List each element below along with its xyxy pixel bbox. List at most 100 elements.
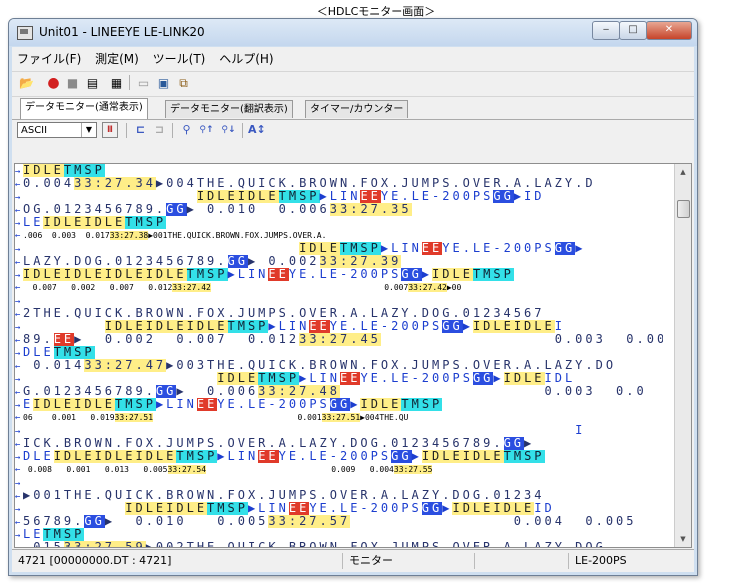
open-file-icon[interactable]: 📂 [18, 75, 35, 91]
search-prev-icon[interactable]: ⚲↑ [198, 122, 215, 138]
export-icon[interactable]: ▣ [155, 75, 172, 91]
jump-icon[interactable]: ⊏ [132, 122, 149, 138]
encoding-select[interactable]: ASCII ▼ [17, 122, 97, 138]
line-text: DLEIDLEIDLEIDLETMSP▶LINEEYE.LE-200PSGG▶I… [23, 450, 545, 463]
search-icon[interactable]: ⚲ [178, 122, 195, 138]
tab-data-monitor-normal[interactable]: データモニター(通常表示) [20, 98, 148, 119]
print-setup-icon[interactable]: ▦ [108, 75, 125, 91]
line-text: 56789.GG▶ 0.010 0.00533:27.57 0.004 0.00… [23, 515, 637, 528]
send-line: → IDLETMSP [15, 164, 663, 177]
menu-file[interactable]: ファイル(F) [12, 47, 86, 71]
send-line: → DLEIDLEIDLEIDLETMSP▶LINEEYE.LE-200PSGG▶… [15, 450, 663, 463]
line-text: 0.008 0.001 0.013 0.00533:27.54 0.009 0.… [23, 465, 433, 474]
scroll-down-icon[interactable]: ▼ [675, 531, 691, 547]
line-text: IDLETMSP▶LINEEYE.LE-200PSGG▶IDLEIDL [217, 372, 576, 385]
text-format-icon[interactable]: A↕ [248, 122, 266, 138]
receive-arrow-icon: ← [15, 362, 21, 372]
line-text: OG.0123456789.GG▶ 0.010 0.00633:27.35 [23, 203, 412, 216]
send-arrow-icon: → [15, 375, 21, 385]
menu-bar: ファイル(F) 測定(M) ツール(T) ヘルプ(H) [12, 47, 694, 72]
send-arrow-icon: → [15, 167, 21, 177]
window-title: Unit01 - LINEEYE LE-LINK20 [39, 25, 205, 39]
menu-help[interactable]: ヘルプ(H) [214, 47, 278, 71]
receive-arrow-icon: ← [15, 543, 23, 547]
receive-arrow-icon: ← [15, 180, 21, 190]
copy-icon[interactable]: ⧉ [175, 75, 192, 91]
hex-mode-icon[interactable]: Ⅱ [102, 122, 118, 138]
jump-end-icon[interactable]: ⊐ [151, 122, 168, 138]
line-text: 2THE.QUICK.BROWN.FOX.JUMPS.OVER.A.LAZY.D… [23, 307, 545, 320]
app-window: Unit01 - LINEEYE LE-LINK20 ‒ □ ✕ ファイル(F)… [8, 18, 698, 576]
menu-measure[interactable]: 測定(M) [90, 47, 144, 71]
send-line: → IDLETMSP▶LINEEYE.LE-200PSGG▶IDLEIDL [15, 372, 663, 385]
line-text: ▶001THE.QUICK.BROWN.FOX.JUMPS.OVER.A.LAZ… [23, 489, 545, 502]
send-line: → I [15, 424, 663, 437]
send-line: → IDLEIDLETMSP▶LINEEYE.LE-200PSGG▶IDLEID… [15, 502, 663, 515]
stop-icon[interactable]: ■ [64, 75, 81, 91]
vertical-scrollbar[interactable]: ▲ ▼ [674, 164, 691, 547]
receive-line: ← ▶001THE.QUICK.BROWN.FOX.JUMPS.OVER.A.LA… [15, 489, 663, 502]
data-monitor-view[interactable]: → IDLETMSP ← 0.00433:27.34▶004THE.QUICK.BRO… [14, 163, 692, 548]
toolbar-separator [242, 123, 243, 138]
send-line: → EIDLEIDLETMSP▶LINEEYE.LE-200PSGG▶IDLETM… [15, 398, 663, 411]
send-arrow-icon: → [15, 401, 21, 411]
line-text: LETMSP [23, 528, 85, 541]
send-line: → IDLETMSP▶LINEEYE.LE-200PSGG▶ [15, 242, 663, 255]
line-text: I [23, 424, 586, 437]
receive-arrow-icon: ← [15, 492, 21, 502]
line-text: 0.01433:27.47▶003THE.QUICK.BROWN.FOX.JUM… [23, 359, 617, 372]
receive-arrow-icon: ← [15, 465, 21, 475]
record-icon[interactable]: ● [45, 75, 62, 91]
title-bar[interactable]: Unit01 - LINEEYE LE-LINK20 ‒ □ ✕ [9, 19, 697, 46]
line-text: IDLEIDLEIDLEIDLETMSP▶LINEEYE.LE-200PSGG▶… [23, 268, 514, 281]
menu-tools[interactable]: ツール(T) [148, 47, 211, 71]
receive-line: ← ICK.BROWN.FOX.JUMPS.OVER.A.LAZY.DOG.012… [15, 437, 663, 450]
toolbar-separator [129, 75, 130, 90]
print-icon[interactable]: ▤ [84, 75, 101, 91]
scroll-up-icon[interactable]: ▲ [675, 164, 691, 180]
main-toolbar: 📂 ● ■ ▤ ▦ ▭ ▣ ⧉ [12, 72, 694, 97]
receive-line: ← 0.00433:27.34▶004THE.QUICK.BROWN.FOX.JU… [15, 177, 663, 190]
tab-data-monitor-translated[interactable]: データモニター(翻訳表示) [165, 100, 293, 118]
receive-line: ← 56789.GG▶ 0.010 0.00533:27.57 0.004 0.0… [15, 515, 663, 528]
search-next-icon[interactable]: ⚲↓ [220, 122, 237, 138]
chevron-down-icon: ▼ [81, 123, 96, 137]
scroll-thumb[interactable] [677, 200, 690, 218]
send-line: → IDLEIDLETMSP▶LINEEYE.LE-200PSGG▶ID [15, 190, 663, 203]
client-area: ファイル(F) 測定(M) ツール(T) ヘルプ(H) 📂 ● ■ ▤ ▦ ▭ … [12, 47, 694, 572]
receive-line: ←.01533:27.59▶002THE.QUICK.BROWN.FOX.JUM… [15, 541, 663, 547]
close-button[interactable]: ✕ [646, 21, 692, 40]
send-arrow-icon: → [15, 271, 21, 281]
send-line: → [15, 476, 663, 489]
minimize-button[interactable]: ‒ [592, 21, 620, 40]
status-model: LE-200PS [568, 553, 627, 569]
receive-line: ← 0.007 0.002 0.007 0.01233:27.42 0.0073… [15, 281, 663, 294]
receive-arrow-icon: ← [15, 231, 21, 241]
receive-line: ← .006 0.003 0.01733:27.38▶001THE.QUICK.B… [15, 229, 663, 242]
blank-icon[interactable]: ▭ [135, 75, 152, 91]
receive-arrow-icon: ← [15, 310, 21, 320]
line-text: 0.00433:27.34▶004THE.QUICK.BROWN.FOX.JUM… [23, 177, 596, 190]
send-arrow-icon: → [15, 427, 21, 437]
send-arrow-icon: → [15, 479, 21, 489]
send-arrow-icon: → [15, 349, 21, 359]
receive-line: ← G.0123456789.GG▶ 0.00633:27.48 0.003 0.… [15, 385, 663, 398]
toolbar-separator [172, 123, 173, 138]
monitor-lines: → IDLETMSP ← 0.00433:27.34▶004THE.QUICK.BRO… [15, 164, 663, 547]
line-text: IDLEIDLETMSP▶LINEEYE.LE-200PSGG▶ID [196, 190, 545, 203]
line-text: IDLETMSP▶LINEEYE.LE-200PSGG▶ [299, 242, 586, 255]
send-arrow-icon: → [15, 297, 21, 307]
maximize-button[interactable]: □ [619, 21, 647, 40]
receive-arrow-icon: ← [15, 388, 21, 398]
receive-arrow-icon: ← [15, 258, 21, 268]
receive-arrow-icon: ← [15, 413, 21, 423]
send-line: → IDLEIDLEIDLETMSP▶LINEEYE.LE-200PSGG▶ID… [15, 320, 663, 333]
status-blank [474, 553, 571, 569]
tab-strip: データモニター(通常表示) データモニター(翻訳表示) タイマー/カウンター [12, 97, 694, 119]
monitor-toolbar: ASCII ▼ Ⅱ ⊏ ⊐ ⚲ ⚲↑ ⚲↓ A↕ [12, 119, 694, 142]
status-mode: モニター [342, 553, 459, 569]
send-line: → LEIDLEIDLETMSP [15, 216, 663, 229]
tab-timer-counter[interactable]: タイマー/カウンター [305, 100, 409, 118]
line-text: IDLETMSP [23, 164, 105, 177]
line-text: 0.007 0.002 0.007 0.01233:27.42 0.00733:… [23, 283, 462, 292]
